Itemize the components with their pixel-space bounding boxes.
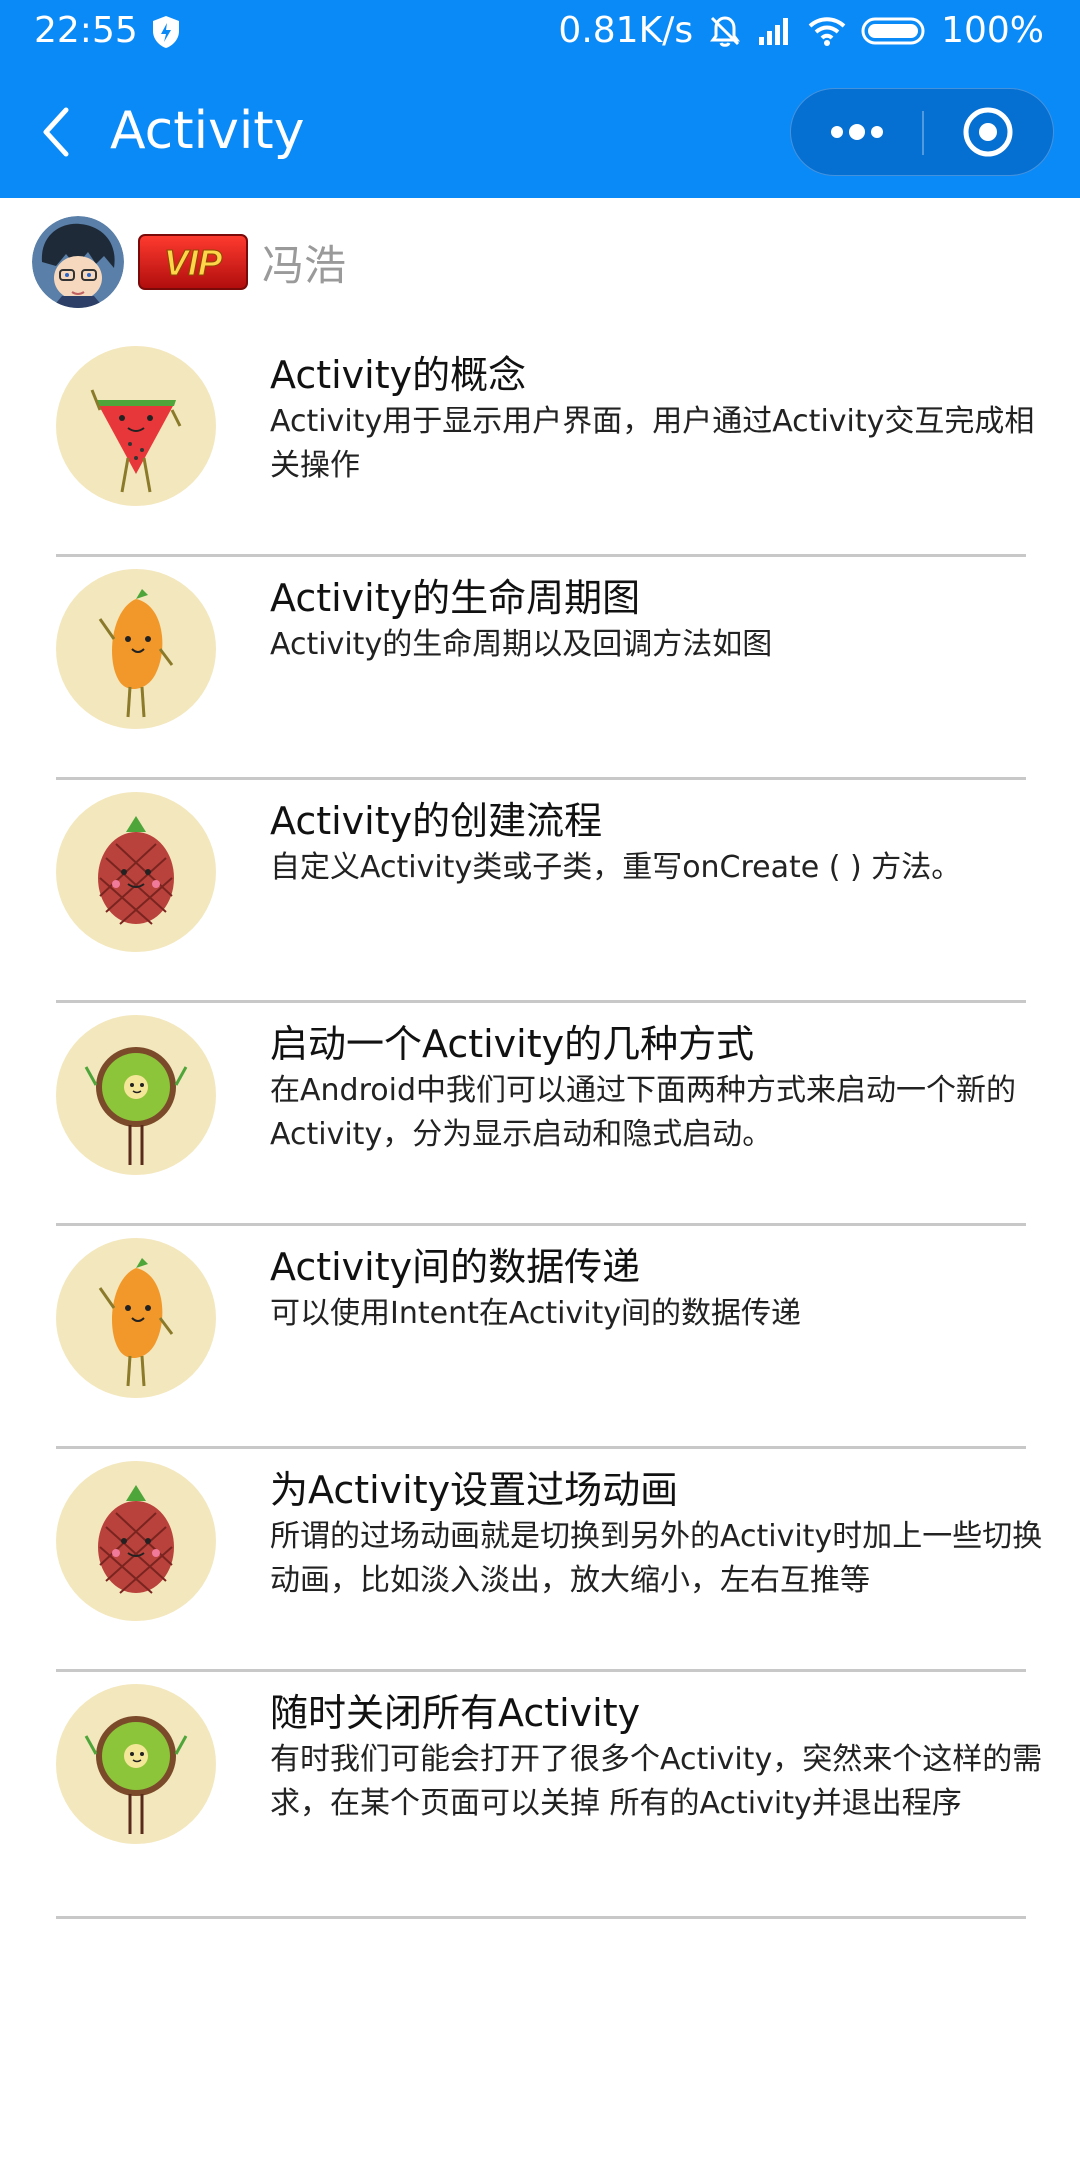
avatar[interactable]	[32, 216, 124, 308]
watermelon-character-icon	[56, 346, 216, 506]
item-description: 自定义Activity类或子类，重写onCreate ( ) 方法。	[270, 850, 962, 885]
status-indicators: 0.81K/s 100%	[558, 10, 1044, 51]
list-item[interactable]: 为Activity设置过场动画 所谓的过场动画就是切换到另外的Activity时…	[0, 1449, 1080, 1672]
item-title: Activity的概念	[270, 353, 527, 397]
ellipsis-icon	[831, 124, 883, 140]
more-button[interactable]	[791, 89, 923, 175]
username: 冯浩	[262, 240, 347, 290]
nav-bar: Activity	[0, 66, 1080, 198]
kiwi-character-icon	[56, 1684, 216, 1844]
list-item[interactable]: Activity的创建流程 自定义Activity类或子类，重写onCreate…	[0, 780, 1080, 1003]
item-title: 随时关闭所有Activity	[270, 1691, 641, 1735]
item-title: 为Activity设置过场动画	[270, 1468, 679, 1512]
list-item[interactable]: 随时关闭所有Activity 有时我们可能会打开了很多个Activity，突然来…	[0, 1672, 1080, 1919]
header: 22:55 0.81K/s 100% Activity	[0, 0, 1080, 198]
item-title: Activity间的数据传递	[270, 1245, 641, 1289]
item-title: Activity的生命周期图	[270, 576, 641, 620]
item-description: Activity用于显示用户界面，用户通过Activity交互完成相关操作	[270, 404, 1035, 483]
wifi-icon	[808, 16, 846, 46]
pineapple-character-icon	[56, 792, 216, 952]
list-item[interactable]: 启动一个Activity的几种方式 在Android中我们可以通过下面两种方式来…	[0, 1003, 1080, 1226]
battery-percent: 100%	[941, 10, 1044, 51]
mango-character-icon	[56, 1238, 216, 1398]
back-icon[interactable]	[30, 102, 86, 162]
mango-character-icon	[56, 569, 216, 729]
list-item[interactable]: Activity间的数据传递 可以使用Intent在Activity间的数据传递	[0, 1226, 1080, 1449]
user-info: VIP 冯浩	[32, 216, 346, 308]
vip-badge: VIP	[138, 234, 248, 290]
item-description: 有时我们可能会打开了很多个Activity，突然来个这样的需求，在某个页面可以关…	[270, 1742, 1043, 1821]
item-description: Activity的生命周期以及回调方法如图	[270, 627, 773, 662]
signal-icon	[759, 17, 789, 45]
pineapple-character-icon	[56, 1461, 216, 1621]
battery-icon	[861, 17, 925, 44]
shield-icon	[153, 16, 179, 48]
status-time: 22:55	[34, 10, 138, 51]
item-description: 在Android中我们可以通过下面两种方式来启动一个新的Activity，分为显…	[270, 1073, 1016, 1152]
mute-bell-icon	[710, 15, 741, 47]
vip-badge-text: VIP	[164, 242, 223, 283]
target-circle-icon	[963, 107, 1013, 157]
item-description: 所谓的过场动画就是切换到另外的Activity时加上一些切换动画，比如淡入淡出，…	[270, 1519, 1043, 1598]
divider	[56, 1916, 1026, 1919]
list-item[interactable]: Activity的生命周期图 Activity的生命周期以及回调方法如图	[0, 557, 1080, 780]
item-title: Activity的创建流程	[270, 799, 603, 843]
item-title: 启动一个Activity的几种方式	[270, 1022, 755, 1066]
activity-topic-list: Activity的概念 Activity用于显示用户界面，用户通过Activit…	[0, 334, 1080, 1919]
list-item[interactable]: Activity的概念 Activity用于显示用户界面，用户通过Activit…	[0, 334, 1080, 557]
page-title: Activity	[110, 101, 305, 161]
close-miniprogram-button[interactable]	[924, 89, 1054, 175]
kiwi-character-icon	[56, 1015, 216, 1175]
network-speed: 0.81K/s	[558, 10, 694, 51]
item-description: 可以使用Intent在Activity间的数据传递	[270, 1296, 802, 1331]
capsule-menu	[790, 88, 1054, 176]
status-bar: 22:55 0.81K/s 100%	[0, 0, 1080, 66]
